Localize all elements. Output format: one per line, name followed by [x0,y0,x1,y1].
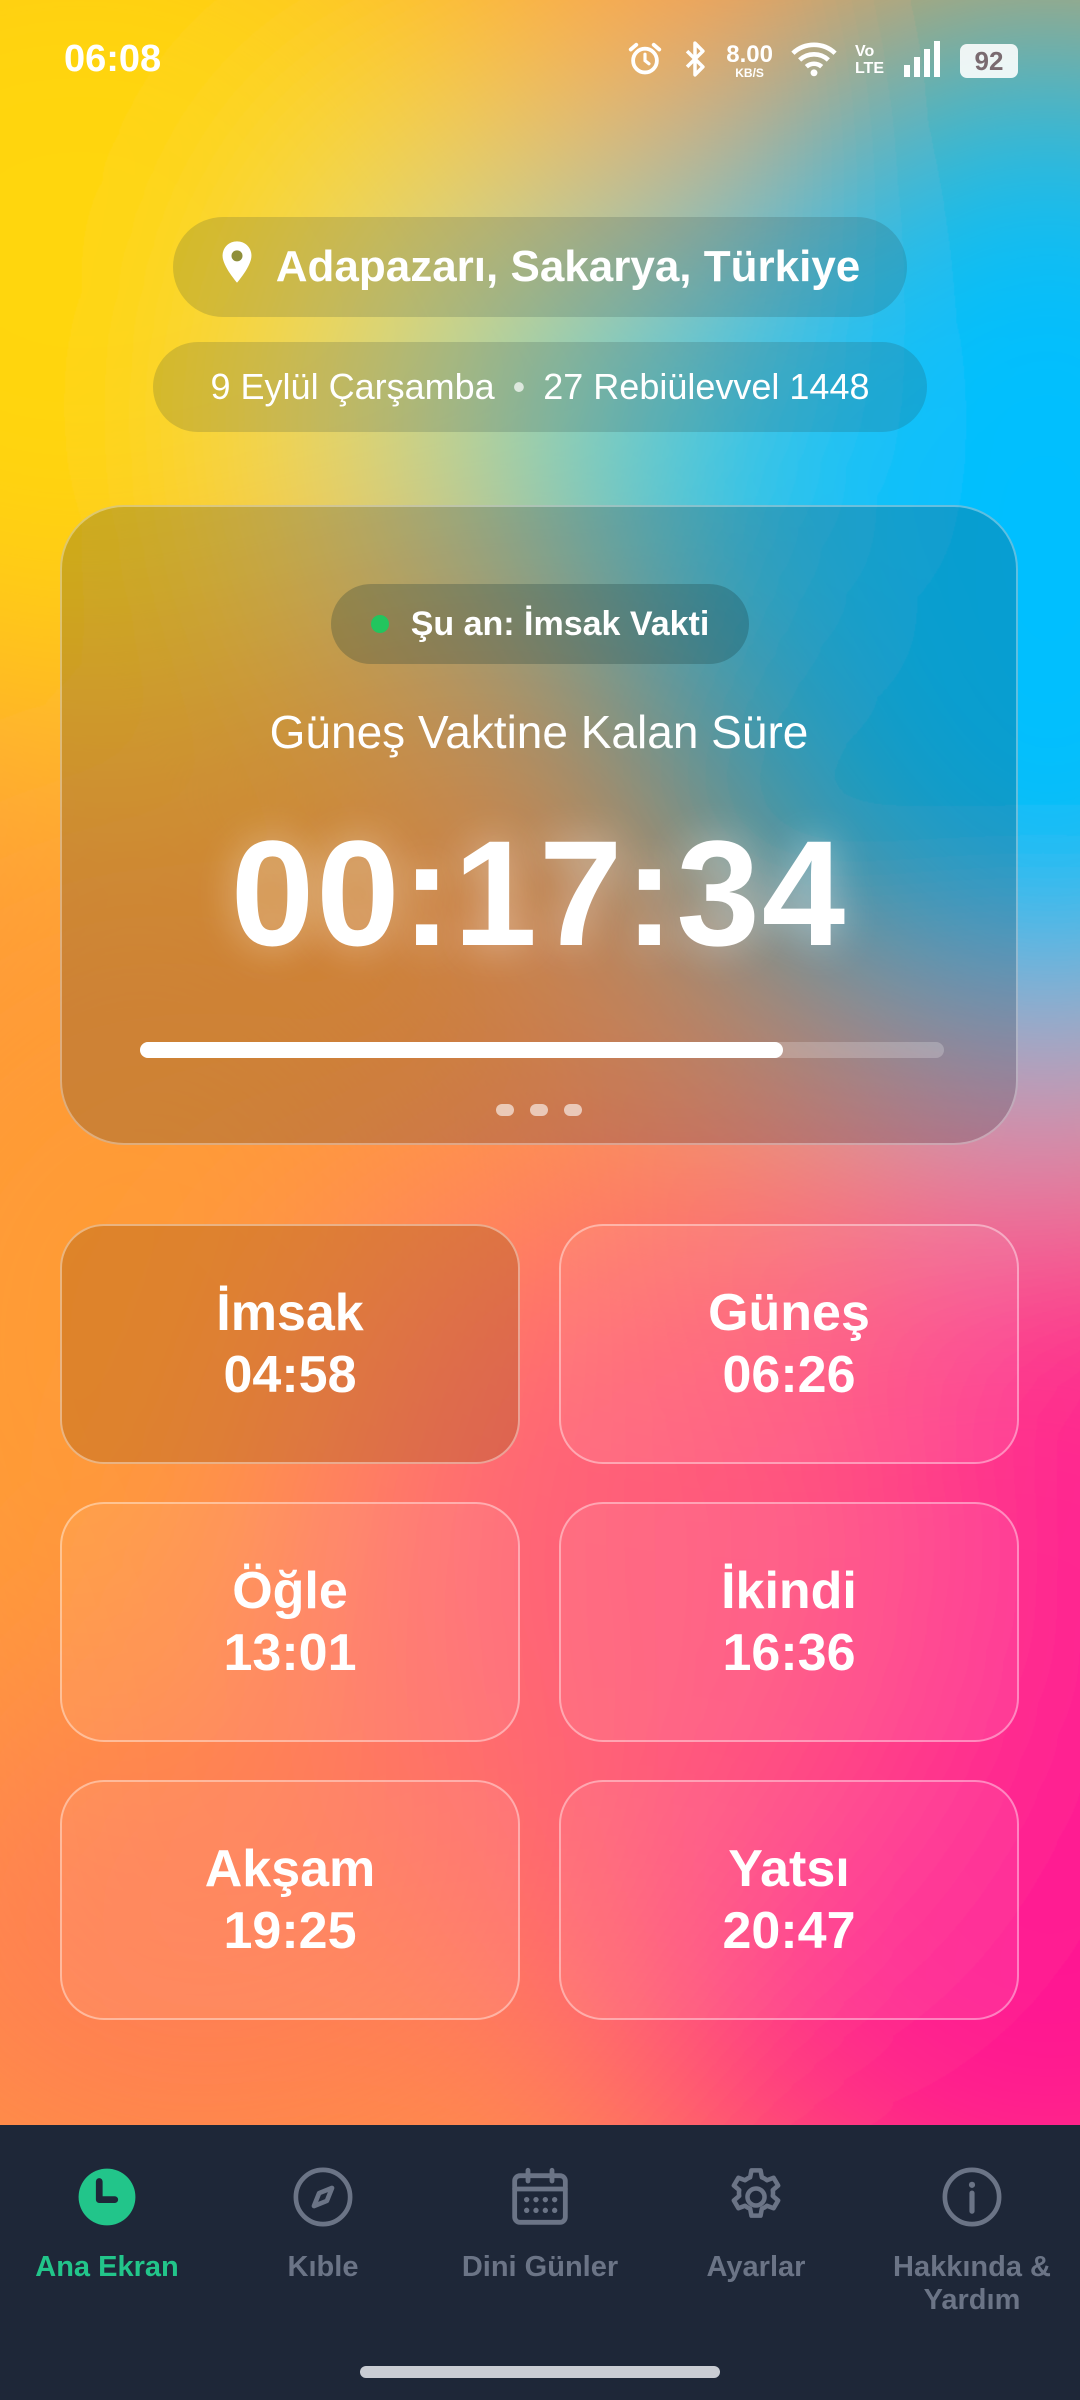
prayer-time: 20:47 [722,1902,856,1960]
status-time: 06:08 [64,38,162,80]
prayer-time: 19:25 [223,1902,357,1960]
prayer-tile-ogle[interactable]: Öğle 13:01 [60,1502,520,1742]
prayer-tile-aksam[interactable]: Akşam 19:25 [60,1780,520,2020]
prayer-time: 13:01 [223,1624,357,1682]
nav-item-about-help[interactable]: Hakkında & Yardım [872,2165,1072,2317]
info-icon [940,2165,1004,2229]
nav-item-home[interactable]: Ana Ekran [7,2165,207,2284]
nav-label: Ayarlar [706,2251,806,2283]
prayer-tile-ikindi[interactable]: İkindi 16:36 [559,1502,1019,1742]
prayer-time: 04:58 [223,1346,357,1404]
prayer-name: Güneş [708,1283,870,1342]
prayer-tile-yatsi[interactable]: Yatsı 20:47 [559,1780,1019,2020]
prayer-name: İmsak [216,1283,364,1342]
location-text: Adapazarı, Sakarya, Türkiye [275,242,861,291]
nav-item-qibla[interactable]: Kıble [223,2165,423,2284]
gear-icon [724,2165,788,2229]
prayer-tile-imsak[interactable]: İmsak 04:58 [60,1224,520,1464]
signal-icon [902,40,942,82]
prayer-name: Öğle [232,1561,348,1620]
page-dot [564,1104,582,1116]
nav-item-settings[interactable]: Ayarlar [656,2165,856,2284]
location-pill[interactable]: Adapazarı, Sakarya, Türkiye [173,217,907,317]
prayer-name: Akşam [204,1839,376,1898]
page-indicator[interactable] [62,1104,1016,1116]
remaining-label: Güneş Vaktine Kalan Süre [269,706,809,758]
volte-indicator: Vo LTE [854,43,884,77]
hijri-date: 27 Rebiülevvel 1448 [543,366,870,407]
nav-label: Hakkında & Yardım [893,2251,1051,2316]
active-dot-icon [370,615,389,633]
bluetooth-icon [682,40,708,83]
prayer-time: 16:36 [722,1624,856,1682]
progress-track [140,1042,944,1058]
network-speed: 8.00 KB/S [726,41,773,80]
page-dot [496,1104,514,1116]
calendar-icon [508,2165,572,2229]
home-gesture-bar[interactable] [360,2366,720,2378]
prayer-name: İkindi [721,1561,857,1620]
prayer-tile-gunes[interactable]: Güneş 06:26 [559,1224,1019,1464]
nav-label: Dini Günler [461,2251,619,2283]
countdown-card[interactable]: Şu an: İmsak Vakti Güneş Vaktine Kalan S… [60,505,1018,1145]
nav-label: Kıble [287,2251,359,2283]
gregorian-date: 9 Eylül Çarşamba [210,366,495,407]
prayer-name: Yatsı [728,1839,850,1898]
nav-label: Ana Ekran [35,2251,179,2283]
compass-icon [291,2165,355,2229]
progress-fill [140,1042,784,1058]
countdown-timer: 00:17:34 [230,809,848,977]
status-bar: 06:08 8.00 KB/S Vo LTE 92 [0,0,1080,120]
battery-indicator: 92 [960,44,1018,78]
prayer-time: 06:26 [722,1346,856,1404]
date-separator: • [512,366,526,407]
clock-icon [75,2165,139,2229]
nav-item-religious-days[interactable]: Dini Günler [440,2165,640,2284]
alarm-icon [626,40,664,83]
wifi-icon [791,41,837,82]
page-dot [530,1104,548,1116]
location-pin-icon [220,240,276,295]
current-prayer-badge: Şu an: İmsak Vakti [331,584,749,664]
bottom-nav: Ana Ekran Kıble Dini Günler Ayarlar Hakk… [0,2125,1080,2400]
date-pill: 9 Eylül Çarşamba • 27 Rebiülevvel 1448 [153,342,927,432]
